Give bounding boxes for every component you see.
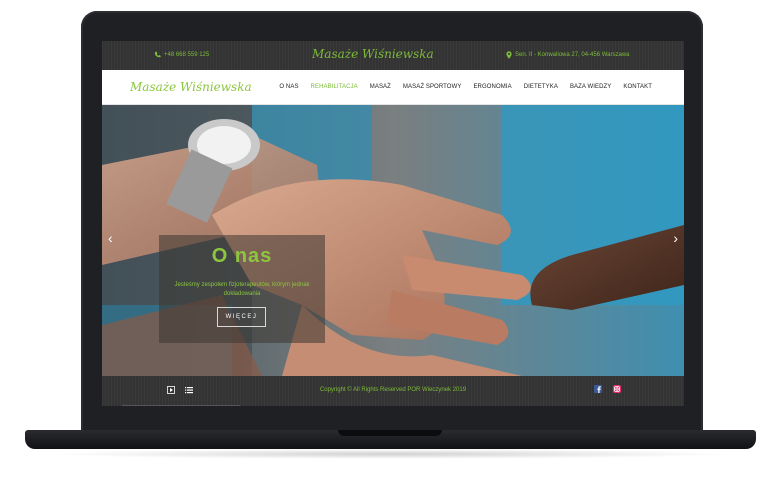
topbar-brand: Masaże Wiśniewska — [312, 47, 434, 61]
nav-item-baza-wiedzy[interactable]: BAZA WIEDZY — [570, 84, 611, 90]
slider-next-arrow-icon[interactable]: › — [673, 231, 678, 245]
more-button[interactable]: WIĘCEJ — [217, 307, 266, 327]
site-logo[interactable]: Masaże Wiśniewska — [130, 80, 252, 94]
laptop-screen: +48 668 559 125 Masaże Wiśniewska Sen. I… — [102, 41, 684, 406]
hero-caption: O nas Jesteśmy zespołem fizjoterapeutów,… — [159, 235, 325, 343]
hero-subtitle: Jesteśmy zespołem fizjoterapeutów, który… — [174, 282, 310, 297]
facebook-icon[interactable] — [594, 385, 602, 393]
nav-item-rehabilitacja[interactable]: REHABILITACJA — [311, 84, 358, 90]
footer-divider — [122, 405, 240, 406]
nav-item-o-nas[interactable]: O NAS — [279, 84, 298, 90]
laptop-notch — [338, 430, 442, 436]
phone-contact[interactable]: +48 668 559 125 — [154, 51, 209, 58]
instagram-icon[interactable] — [613, 385, 621, 393]
phone-icon — [154, 51, 161, 58]
nav-item-kontakt[interactable]: KONTAKT — [623, 84, 652, 90]
top-bar: +48 668 559 125 Masaże Wiśniewska Sen. I… — [102, 41, 684, 70]
main-navbar: Masaże Wiśniewska O NAS REHABILITACJA MA… — [102, 70, 684, 105]
nav-item-ergonomia[interactable]: ERGONOMIA — [473, 84, 511, 90]
hero-slider: O nas Jesteśmy zespołem fizjoterapeutów,… — [102, 105, 684, 376]
laptop-shadow — [45, 449, 735, 459]
address-contact[interactable]: Sen. II - Konwaliowa 27, 04-456 Warszawa — [506, 51, 630, 59]
main-menu: O NAS REHABILITACJA MASAŻ MASAŻ SPORTOWY… — [279, 84, 652, 90]
nav-item-dietetyka[interactable]: DIETETYKA — [524, 84, 558, 90]
address-text: Sen. II - Konwaliowa 27, 04-456 Warszawa — [515, 52, 630, 58]
map-pin-icon — [506, 51, 512, 59]
site-footer: Copyright © All Rights Reserved POR Wiec… — [102, 376, 684, 406]
phone-number: +48 668 559 125 — [164, 51, 210, 58]
nav-item-masaz-sportowy[interactable]: MASAŻ SPORTOWY — [403, 84, 462, 90]
hero-title: O nas — [211, 245, 273, 267]
nav-item-masaz[interactable]: MASAŻ — [370, 84, 391, 90]
slider-prev-arrow-icon[interactable]: ‹ — [108, 231, 113, 245]
